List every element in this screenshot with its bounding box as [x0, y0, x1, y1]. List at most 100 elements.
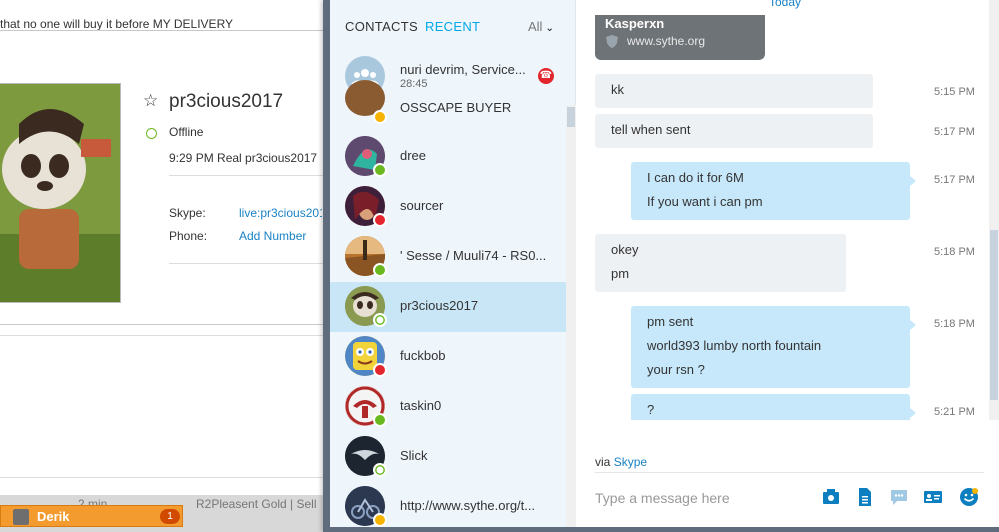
message-timestamp: 5:17 PM [934, 126, 975, 138]
emoticon-chat-icon[interactable] [889, 487, 909, 507]
via-label: via Skype [595, 455, 647, 469]
contact-name: fuckbob [400, 348, 446, 363]
incoming-message: kk [595, 74, 873, 108]
contact-card-icon[interactable] [923, 487, 943, 507]
online-status-icon [373, 163, 387, 177]
avatar [13, 509, 29, 525]
send-contact-icon[interactable] [821, 487, 841, 507]
via-prefix: via [595, 455, 611, 469]
contact-name: dree [400, 148, 427, 163]
page-divider [0, 477, 330, 478]
outgoing-message: pm sent world393 lumby north fountain yo… [631, 306, 916, 388]
contact-name: http://www.sythe.org/t... [400, 498, 536, 513]
chat-pane: Kasperxn www.sythe.org Today kk 5:15 PM … [576, 0, 999, 532]
profile-card: ☆ pr3cious2017 Offline 9:29 PM Real pr3c… [0, 30, 324, 325]
contact-item-selected[interactable]: pr3cious2017 [330, 282, 566, 332]
message-timestamp: 5:18 PM [934, 318, 975, 330]
add-number-link[interactable]: Add Number [239, 229, 322, 243]
scrollbar-thumb[interactable] [567, 107, 575, 127]
taskbar-chat-derik[interactable]: Derik 1 [0, 505, 183, 527]
profile-divider [169, 263, 324, 264]
via-service-link[interactable]: Skype [614, 455, 647, 469]
shield-icon [606, 35, 618, 48]
contact-name: pr3cious2017 [400, 298, 479, 313]
online-status-icon [373, 263, 387, 277]
link-preview-image [595, 0, 765, 15]
scrollbar-thumb[interactable] [990, 230, 998, 400]
compose-divider [595, 472, 984, 473]
message-timestamp: 5:17 PM [934, 174, 975, 186]
contact-name: sourcer [400, 198, 444, 213]
page-text: that no one will buy it before MY DELIVE… [0, 17, 234, 31]
background-web-page: that no one will buy it before MY DELIVE… [0, 0, 330, 532]
message-text: If you want i can pm [647, 194, 763, 209]
tab-recent[interactable]: RECENT [425, 19, 480, 34]
message-timestamp: 5:21 PM [934, 406, 975, 418]
profile-status: Offline [169, 125, 204, 139]
tab-contacts[interactable]: CONTACTS [345, 19, 418, 34]
do-not-disturb-status-icon [373, 213, 387, 227]
incoming-message: okey pm [595, 234, 846, 292]
contact-item[interactable]: OSSCAPE BUYER [330, 80, 566, 124]
send-file-icon[interactable] [855, 487, 875, 507]
message-text: pm [611, 266, 630, 281]
link-preview-site: www.sythe.org [627, 34, 706, 48]
contacts-scrollbar[interactable] [566, 105, 576, 532]
contact-item[interactable]: dree [330, 132, 566, 182]
contact-name: Slick [400, 448, 428, 463]
taskbar-chat-label: Derik [37, 509, 70, 524]
profile-local-time: 9:29 PM Real pr3cious2017 [169, 151, 318, 165]
contact-item[interactable]: ' Sesse / Muuli74 - RS0... [330, 232, 566, 282]
message-text: okey [611, 242, 639, 257]
contact-item[interactable]: Slick [330, 432, 566, 482]
contact-name: nuri devrim, Service... [400, 62, 526, 77]
offline-status-icon [146, 128, 157, 139]
contact-item[interactable]: sourcer [330, 182, 566, 232]
offline-status-icon [373, 313, 387, 327]
skype-id-link[interactable]: live:pr3cious2017 [239, 206, 322, 220]
message-history: Kasperxn www.sythe.org Today kk 5:15 PM … [576, 0, 989, 420]
outgoing-message: I can do it for 6M If you want i can pm [631, 162, 916, 220]
filter-dropdown[interactable]: All ⌄ [528, 19, 554, 34]
profile-name: pr3cious2017 [169, 91, 284, 112]
incoming-message: tell when sent [595, 114, 873, 148]
link-preview-title: Kasperxn [605, 16, 665, 31]
message-text: your rsn ? [647, 362, 705, 377]
page-divider [0, 335, 330, 336]
phone-label: Phone: [169, 229, 208, 243]
message-input[interactable]: Type a message here [595, 490, 730, 506]
message-timestamp: 5:18 PM [934, 246, 975, 258]
away-status-icon [373, 513, 387, 527]
taskbar: 2 min R2Pleasent Gold | Sell Derik 1 [0, 495, 330, 532]
contact-item[interactable]: taskin0 [330, 382, 566, 432]
offline-status-icon [373, 463, 387, 477]
contact-item[interactable]: fuckbob [330, 332, 566, 382]
favorite-star-icon[interactable]: ☆ [143, 91, 158, 111]
outgoing-message: ? [631, 394, 916, 420]
taskbar-bg-text: R2Pleasent Gold | Sell [196, 497, 317, 511]
window-bottom-border [330, 527, 999, 532]
profile-divider [169, 175, 324, 176]
do-not-disturb-status-icon [373, 363, 387, 377]
message-text: pm sent [647, 314, 694, 329]
profile-avatar [0, 83, 121, 303]
sidebar-tabs: CONTACTS RECENT All ⌄ [330, 0, 576, 55]
chevron-down-icon: ⌄ [545, 23, 554, 34]
message-text: world393 lumby north fountain [647, 338, 822, 353]
contact-name: ' Sesse / Muuli74 - RS0... [400, 248, 547, 263]
filter-label: All [528, 19, 543, 34]
contact-list: nuri devrim, Service... 28:45 ☎ OSSCAPE … [330, 52, 566, 532]
online-status-icon [373, 413, 387, 427]
away-status-icon [373, 110, 387, 124]
message-text: tell when sent [611, 122, 691, 137]
contact-name: OSSCAPE BUYER [400, 100, 512, 115]
compose-toolbar [821, 487, 986, 509]
skype-label: Skype: [169, 206, 206, 220]
unread-badge: 1 [160, 509, 180, 524]
chat-scrollbar[interactable] [989, 0, 999, 420]
contact-name: taskin0 [400, 398, 442, 413]
emoji-icon[interactable] [959, 487, 979, 507]
end-call-icon[interactable]: ☎ [538, 68, 554, 84]
contact-item[interactable]: http://www.sythe.org/t... [330, 482, 566, 532]
sidebar: CONTACTS RECENT All ⌄ nuri devrim, Servic… [330, 0, 576, 532]
